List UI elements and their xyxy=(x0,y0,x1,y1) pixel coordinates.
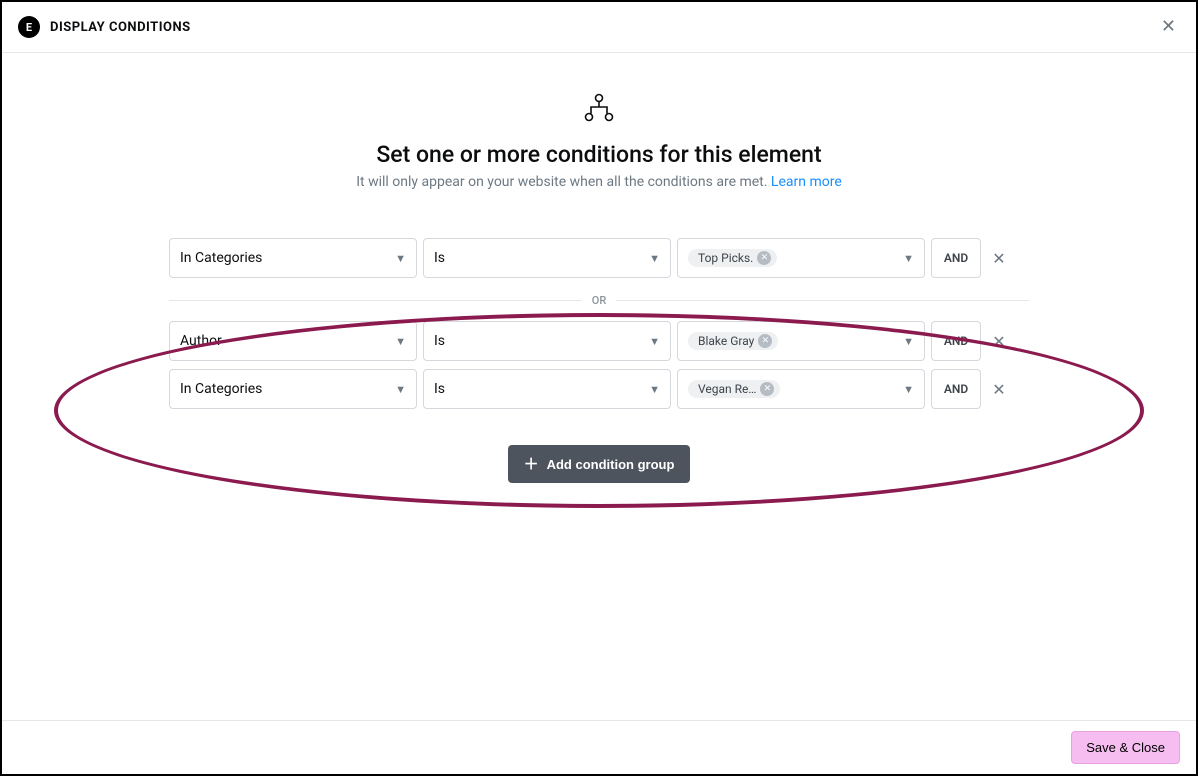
remove-row-icon[interactable]: ✕ xyxy=(987,249,1011,268)
modal-body: Set one or more conditions for this elem… xyxy=(2,53,1196,720)
value-chip: Blake Gray ✕ xyxy=(688,332,778,350)
value-chip: Top Picks. ✕ xyxy=(688,249,777,267)
chevron-down-icon: ▼ xyxy=(649,335,660,348)
condition-type-select[interactable]: In Categories ▼ xyxy=(169,238,417,278)
condition-row: In Categories ▼ Is ▼ Top Picks. ✕ ▼ AND … xyxy=(169,238,1029,278)
chevron-down-icon: ▼ xyxy=(395,383,406,396)
value-select[interactable]: Blake Gray ✕ ▼ xyxy=(677,321,925,361)
conditions-hero-icon xyxy=(582,93,616,127)
select-value: Is xyxy=(434,381,445,397)
chip-label: Vegan Re… xyxy=(698,382,756,396)
logic-toggle[interactable]: AND xyxy=(931,369,981,409)
chevron-down-icon: ▼ xyxy=(649,252,660,265)
select-value: In Categories xyxy=(180,381,262,397)
select-value: Author xyxy=(180,333,222,349)
plus-icon: ＋ xyxy=(524,457,539,472)
logic-toggle[interactable]: AND xyxy=(931,238,981,278)
chevron-down-icon: ▼ xyxy=(903,383,914,396)
logic-toggle[interactable]: AND xyxy=(931,321,981,361)
operator-select[interactable]: Is ▼ xyxy=(423,321,671,361)
value-chip: Vegan Re… ✕ xyxy=(688,380,780,398)
chip-label: Blake Gray xyxy=(698,334,754,348)
chip-label: Top Picks. xyxy=(698,251,753,265)
chevron-down-icon: ▼ xyxy=(903,252,914,265)
condition-row: In Categories ▼ Is ▼ Vegan Re… ✕ ▼ AND ✕ xyxy=(169,369,1029,409)
condition-type-select[interactable]: In Categories ▼ xyxy=(169,369,417,409)
remove-row-icon[interactable]: ✕ xyxy=(987,332,1011,351)
chevron-down-icon: ▼ xyxy=(395,335,406,348)
or-separator: OR xyxy=(169,294,1029,307)
select-value: Is xyxy=(434,250,445,266)
condition-row: Author ▼ Is ▼ Blake Gray ✕ ▼ AND ✕ xyxy=(169,321,1029,361)
chip-remove-icon[interactable]: ✕ xyxy=(758,334,772,348)
page-title: Set one or more conditions for this elem… xyxy=(376,141,821,168)
chip-remove-icon[interactable]: ✕ xyxy=(757,251,771,265)
add-condition-group-button[interactable]: ＋ Add condition group xyxy=(508,445,691,483)
chevron-down-icon: ▼ xyxy=(649,383,660,396)
chevron-down-icon: ▼ xyxy=(903,335,914,348)
conditions-area: In Categories ▼ Is ▼ Top Picks. ✕ ▼ AND … xyxy=(169,238,1029,483)
value-select[interactable]: Top Picks. ✕ ▼ xyxy=(677,238,925,278)
modal-header: E DISPLAY CONDITIONS ✕ xyxy=(2,2,1196,53)
select-value: In Categories xyxy=(180,250,262,266)
page-subtitle: It will only appear on your website when… xyxy=(356,174,842,190)
remove-row-icon[interactable]: ✕ xyxy=(987,380,1011,399)
select-value: Is xyxy=(434,333,445,349)
close-icon[interactable]: ✕ xyxy=(1157,14,1180,40)
learn-more-link[interactable]: Learn more xyxy=(771,174,842,190)
chevron-down-icon: ▼ xyxy=(395,252,406,265)
modal-title: DISPLAY CONDITIONS xyxy=(50,20,191,35)
condition-type-select[interactable]: Author ▼ xyxy=(169,321,417,361)
elementor-icon: E xyxy=(18,16,40,38)
save-close-button[interactable]: Save & Close xyxy=(1071,731,1180,764)
add-button-label: Add condition group xyxy=(547,457,675,472)
subtitle-text: It will only appear on your website when… xyxy=(356,174,771,190)
operator-select[interactable]: Is ▼ xyxy=(423,369,671,409)
modal-footer: Save & Close xyxy=(2,720,1196,774)
operator-select[interactable]: Is ▼ xyxy=(423,238,671,278)
chip-remove-icon[interactable]: ✕ xyxy=(760,382,774,396)
or-label: OR xyxy=(582,294,617,307)
value-select[interactable]: Vegan Re… ✕ ▼ xyxy=(677,369,925,409)
